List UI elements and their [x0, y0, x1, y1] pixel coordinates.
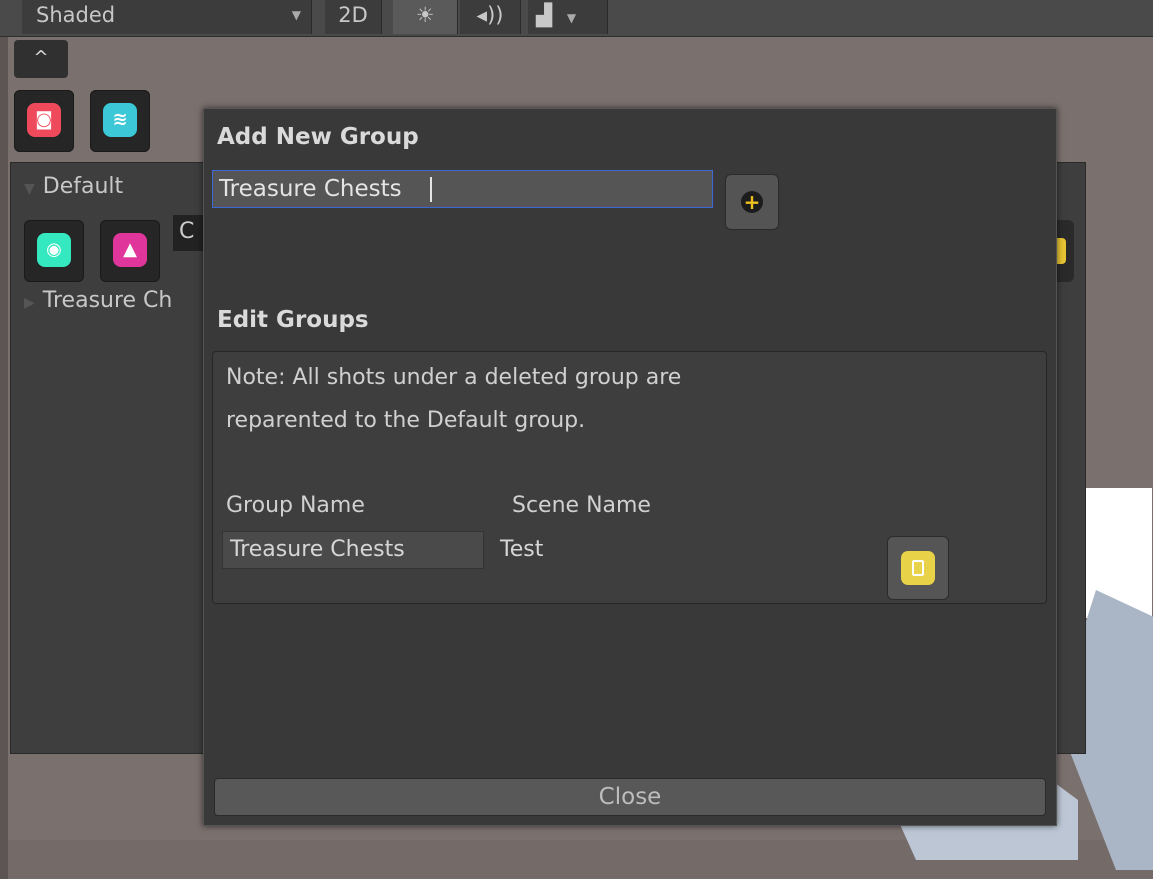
note-text-line2: reparented to the Default group.: [226, 408, 586, 433]
group-foldout-label: Default: [42, 174, 124, 199]
camera-icon: ◙: [27, 103, 61, 137]
chevron-down-icon: ▼: [566, 11, 577, 25]
audio-toggle-button[interactable]: ◂)): [460, 0, 521, 34]
pin-icon: ▲: [113, 233, 147, 267]
edit-groups-title: Edit Groups: [217, 307, 369, 333]
group-foldout-treasure[interactable]: ▶ Treasure Ch: [24, 288, 172, 313]
plus-icon: +: [741, 191, 763, 213]
scene-left-edge: [0, 36, 8, 879]
shading-mode-dropdown[interactable]: Shaded ▼: [22, 0, 312, 34]
column-header-scene-name: Scene Name: [512, 493, 651, 518]
toggle-2d-button[interactable]: 2D: [325, 0, 382, 34]
sun-icon: ☀: [415, 3, 435, 27]
group-foldout-label: Treasure Ch: [42, 288, 173, 313]
triangle-down-icon: ▼: [24, 181, 35, 197]
groups-button[interactable]: ≋: [90, 90, 150, 152]
add-group-button[interactable]: +: [725, 174, 779, 230]
chevron-down-icon: ▼: [291, 8, 301, 22]
layers-icon: ≋: [103, 103, 137, 137]
image-icon: ▟: [536, 3, 553, 27]
scene-name-value: Test: [500, 537, 544, 562]
group-foldout-default[interactable]: ▼ Default: [24, 174, 123, 199]
group-name-field[interactable]: Treasure Chests: [222, 531, 484, 569]
new-group-name-input[interactable]: [212, 170, 713, 208]
scene-toolbar: Shaded ▼ 2D ☀ ◂)) ▟ ▼: [0, 0, 1153, 37]
trash-icon: [901, 551, 935, 585]
eye-icon: ◉: [37, 233, 71, 267]
add-group-title: Add New Group: [217, 124, 419, 150]
screenshot-button[interactable]: ◙: [14, 90, 74, 152]
text-cursor: [430, 177, 432, 202]
shading-mode-label: Shaded: [36, 3, 116, 27]
delete-group-button[interactable]: [887, 536, 949, 600]
view-shot-button[interactable]: ◉: [24, 220, 84, 282]
speaker-icon: ◂)): [476, 3, 504, 27]
column-header-group-name: Group Name: [226, 493, 365, 518]
effects-dropdown[interactable]: ▟ ▼: [528, 0, 608, 34]
close-button[interactable]: Close: [214, 778, 1046, 816]
lighting-toggle-button[interactable]: ☀: [393, 0, 458, 34]
pin-shot-button[interactable]: ▲: [100, 220, 160, 282]
note-text-line1: Note: All shots under a deleted group ar…: [226, 365, 682, 390]
collapse-button[interactable]: ^: [14, 40, 68, 78]
triangle-right-icon: ▶: [24, 295, 35, 311]
